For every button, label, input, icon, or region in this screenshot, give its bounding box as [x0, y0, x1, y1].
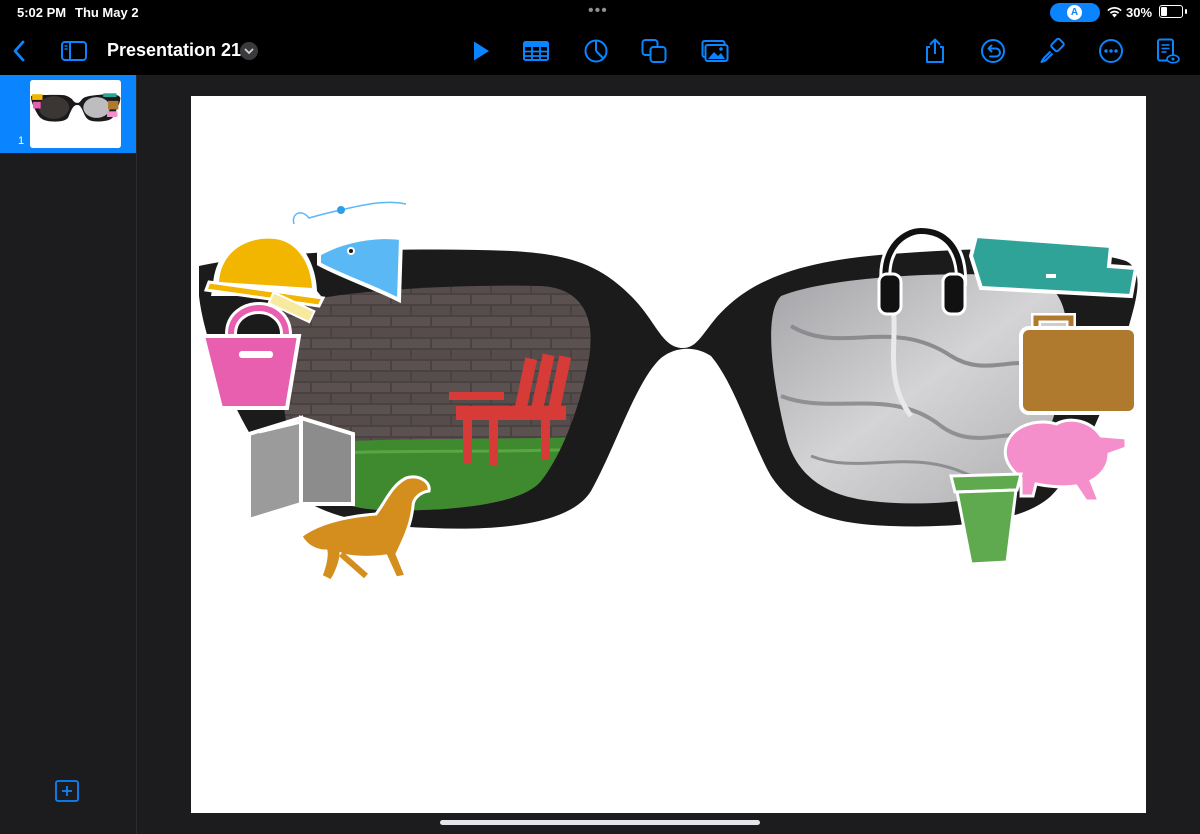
toolbar: Presentation 21 — [0, 26, 1200, 75]
undo-icon[interactable] — [979, 37, 1007, 65]
slide[interactable] — [191, 96, 1146, 813]
slide-thumbnail-row-1[interactable]: 1 — [0, 75, 136, 153]
briefcase-sticker — [1019, 313, 1138, 415]
slide-thumbnail-art — [30, 80, 121, 148]
shapes-icon[interactable] — [640, 37, 668, 65]
battery-nub — [1185, 9, 1187, 14]
coffee-cup-sticker — [949, 472, 1023, 566]
sidebar-icon[interactable] — [60, 37, 88, 65]
status-time: 5:02 PM — [17, 5, 67, 20]
media-icon[interactable] — [701, 37, 729, 65]
slide-canvas — [137, 75, 1200, 834]
format-brush-icon[interactable] — [1038, 37, 1066, 65]
status-date: Thu May 2 — [75, 5, 139, 20]
table-icon[interactable] — [522, 37, 550, 65]
slide-thumbnail[interactable] — [30, 80, 121, 148]
chevron-left-icon[interactable] — [6, 37, 34, 65]
sofa-sticker — [968, 233, 1139, 299]
battery-level — [1161, 7, 1167, 16]
book-sticker — [247, 415, 355, 523]
location-badge: A — [1067, 5, 1082, 20]
document-title[interactable]: Presentation 21 — [107, 40, 241, 61]
hard-hat-sticker — [203, 233, 326, 308]
chart-icon[interactable] — [582, 37, 610, 65]
fishing-line — [292, 201, 407, 225]
multitasking-dots[interactable]: ••• — [588, 2, 608, 20]
add-slide-button[interactable] — [55, 780, 79, 802]
slide-number: 1 — [18, 135, 25, 147]
battery-percent: 30% — [1126, 5, 1153, 20]
share-icon[interactable] — [921, 37, 949, 65]
battery-icon — [1159, 5, 1187, 18]
more-icon[interactable] — [1097, 37, 1125, 65]
chevron-down-icon[interactable] — [240, 42, 258, 60]
presenter-notes-icon[interactable] — [1153, 37, 1181, 65]
location-indicator: A — [1050, 3, 1100, 22]
piggy-bank-sticker — [1003, 418, 1128, 503]
play-icon[interactable] — [466, 37, 494, 65]
home-indicator[interactable] — [440, 820, 760, 825]
slide-navigator: 1 — [0, 75, 137, 834]
sunglasses-collage[interactable] — [191, 96, 1146, 813]
status-bar: 5:02 PM Thu May 2 ••• A 30% — [0, 0, 1200, 26]
wifi-icon — [1106, 5, 1123, 23]
